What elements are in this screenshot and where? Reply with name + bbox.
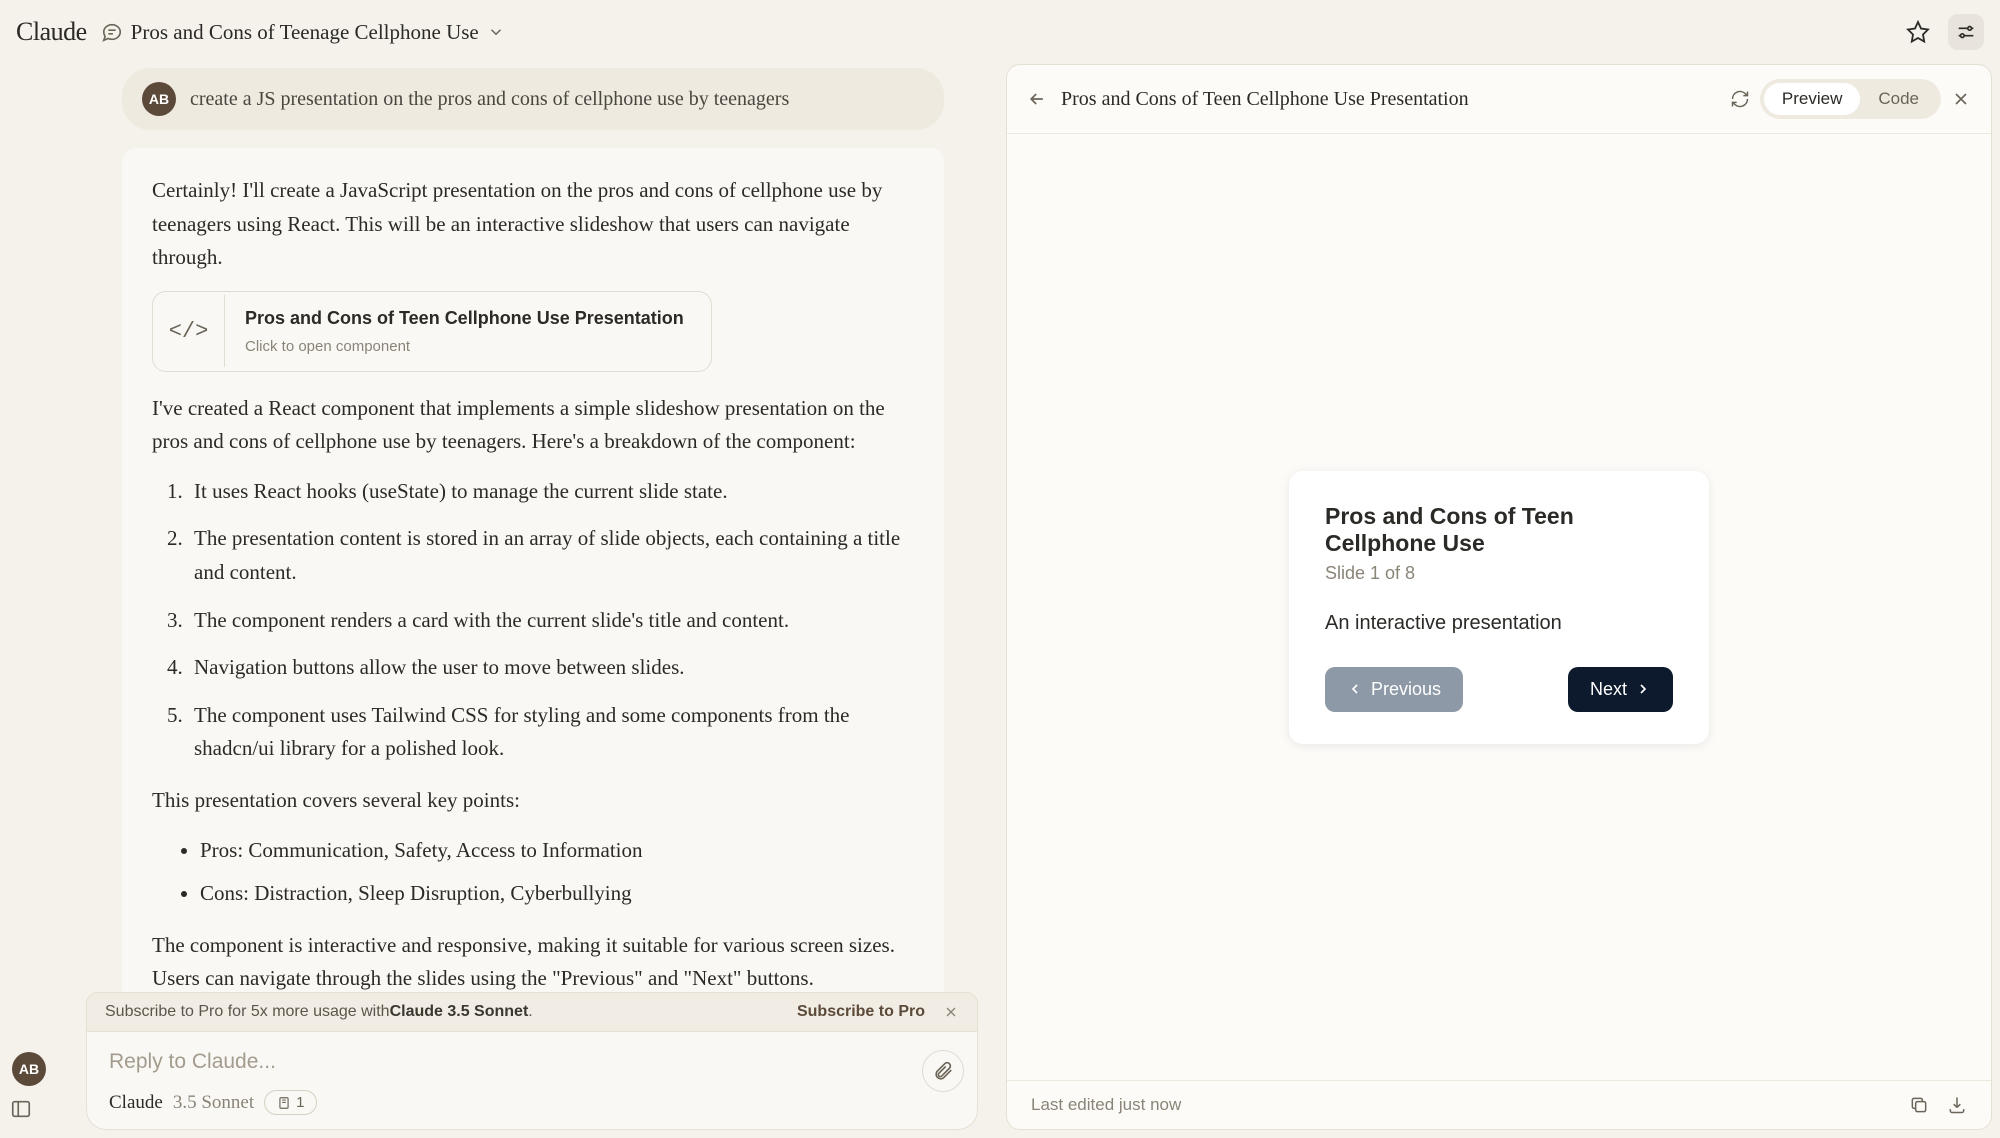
model-version: 3.5 Sonnet	[173, 1092, 254, 1114]
chat-pane: AB create a JS presentation on the pros …	[8, 64, 998, 1130]
artifact-header: Pros and Cons of Teen Cellphone Use Pres…	[1007, 65, 1991, 134]
app-header: Claude Pros and Cons of Teenage Cellphon…	[0, 0, 2000, 64]
banner-bold: Claude 3.5 Sonnet	[390, 1003, 529, 1021]
list-item: It uses React hooks (useState) to manage…	[188, 475, 914, 509]
previous-button[interactable]: Previous	[1325, 667, 1463, 712]
attachment-icon	[277, 1096, 291, 1110]
chat-icon	[101, 21, 123, 43]
sliders-icon	[1955, 21, 1977, 43]
assistant-intro: Certainly! I'll create a JavaScript pres…	[152, 174, 914, 275]
star-button[interactable]	[1900, 14, 1936, 50]
slide-content: An interactive presentation	[1325, 612, 1673, 635]
artifact-card-subtitle: Click to open component	[245, 335, 684, 359]
assistant-message: Certainly! I'll create a JavaScript pres…	[122, 148, 944, 1038]
artifact-card-title: Pros and Cons of Teen Cellphone Use Pres…	[245, 304, 684, 333]
code-icon: </>	[153, 295, 225, 367]
banner-suffix: .	[528, 1003, 532, 1021]
artifact-panel: Pros and Cons of Teen Cellphone Use Pres…	[1006, 64, 1992, 1130]
close-icon	[943, 1004, 959, 1020]
copy-icon[interactable]	[1909, 1095, 1929, 1115]
artifact-preview: Pros and Cons of Teen Cellphone Use Slid…	[1007, 134, 1991, 1080]
user-message-text: create a JS presentation on the pros and…	[190, 88, 789, 111]
chevron-left-icon	[1347, 681, 1363, 697]
user-avatar: AB	[142, 82, 176, 116]
input-area: AB Subscribe to Pro for 5x more usage wi…	[86, 992, 978, 1130]
assistant-after-artifact: I've created a React component that impl…	[152, 392, 914, 459]
artifact-footer: Last edited just now	[1007, 1080, 1991, 1129]
banner-close-button[interactable]	[943, 1004, 959, 1020]
sidebar-toggle[interactable]	[10, 1098, 32, 1120]
back-arrow-icon[interactable]	[1027, 89, 1047, 109]
subscribe-banner: Subscribe to Pro for 5x more usage with …	[86, 992, 978, 1032]
input-placeholder: Reply to Claude...	[109, 1050, 955, 1074]
sidebar-icon	[10, 1098, 32, 1120]
attachment-chip[interactable]: 1	[264, 1090, 317, 1115]
app-logo[interactable]: Claude	[16, 17, 87, 47]
list-item: Pros: Communication, Safety, Access to I…	[200, 834, 914, 868]
chat-title-group[interactable]: Pros and Cons of Teenage Cellphone Use	[101, 20, 505, 45]
next-button[interactable]: Next	[1568, 667, 1673, 712]
model-name[interactable]: Claude	[109, 1092, 163, 1114]
breakdown-list: It uses React hooks (useState) to manage…	[152, 475, 914, 766]
subscribe-link[interactable]: Subscribe to Pro	[797, 1003, 925, 1021]
close-icon[interactable]	[1951, 89, 1971, 109]
slide-counter: Slide 1 of 8	[1325, 563, 1673, 584]
preview-tab[interactable]: Preview	[1764, 83, 1860, 115]
download-icon[interactable]	[1947, 1095, 1967, 1115]
chat-title: Pros and Cons of Teenage Cellphone Use	[131, 20, 479, 45]
list-item: The component renders a card with the cu…	[188, 604, 914, 638]
banner-prefix: Subscribe to Pro for 5x more usage with	[105, 1003, 390, 1021]
view-toggle: Preview Code	[1760, 79, 1941, 119]
attach-button[interactable]	[922, 1050, 964, 1092]
slide-title: Pros and Cons of Teen Cellphone Use	[1325, 503, 1673, 557]
chevron-down-icon	[487, 23, 505, 41]
list-item: The presentation content is stored in an…	[188, 522, 914, 589]
message-input[interactable]: Reply to Claude... Claude 3.5 Sonnet 1	[86, 1032, 978, 1130]
list-item: The component uses Tailwind CSS for styl…	[188, 699, 914, 766]
refresh-icon[interactable]	[1730, 89, 1750, 109]
last-edited-text: Last edited just now	[1031, 1095, 1181, 1115]
chevron-right-icon	[1635, 681, 1651, 697]
artifact-card[interactable]: </> Pros and Cons of Teen Cellphone Use …	[152, 291, 712, 372]
slide-card: Pros and Cons of Teen Cellphone Use Slid…	[1289, 471, 1709, 744]
user-message: AB create a JS presentation on the pros …	[122, 68, 944, 130]
input-avatar: AB	[12, 1052, 46, 1086]
artifact-panel-title: Pros and Cons of Teen Cellphone Use Pres…	[1061, 88, 1469, 111]
list-item: Cons: Distraction, Sleep Disruption, Cyb…	[200, 877, 914, 911]
key-points-list: Pros: Communication, Safety, Access to I…	[152, 834, 914, 911]
list-item: Navigation buttons allow the user to mov…	[188, 651, 914, 685]
assistant-outro: The component is interactive and respons…	[152, 929, 914, 996]
paperclip-icon	[932, 1060, 954, 1082]
key-points-intro: This presentation covers several key poi…	[152, 784, 914, 818]
star-icon	[1906, 20, 1930, 44]
code-tab[interactable]: Code	[1860, 83, 1937, 115]
settings-button[interactable]	[1948, 14, 1984, 50]
